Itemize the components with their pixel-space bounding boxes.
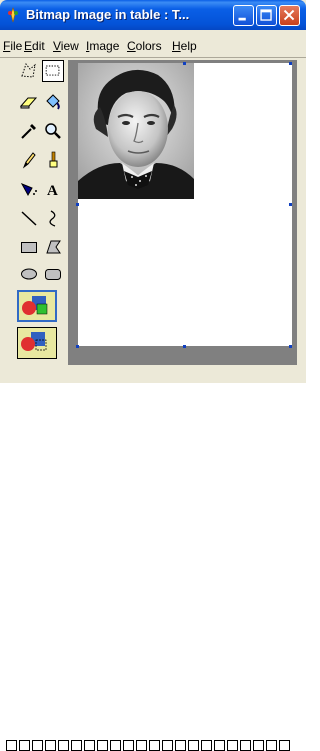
resize-handle-top[interactable] (183, 62, 186, 65)
free-form-select-icon (21, 62, 36, 78)
color-swatch[interactable] (201, 740, 212, 751)
color-swatch[interactable] (123, 740, 134, 751)
resize-handle-bottom[interactable] (183, 345, 186, 348)
resize-handle-bottom-right[interactable] (289, 345, 292, 348)
eraser-icon (19, 97, 38, 109)
tool-airbrush[interactable] (18, 178, 40, 200)
background-transparent-option[interactable] (17, 327, 57, 359)
color-swatch[interactable] (266, 740, 277, 751)
menu-separator (0, 57, 306, 58)
menu-edit[interactable]: Edit (24, 39, 45, 53)
fill-bucket-icon (46, 94, 60, 110)
tool-pick-color[interactable] (18, 120, 40, 142)
magnifier-icon (45, 123, 61, 139)
curve-icon (49, 210, 56, 227)
color-swatch[interactable] (136, 740, 147, 751)
svg-text:A: A (47, 183, 58, 199)
color-swatch[interactable] (279, 740, 290, 751)
tool-magnifier[interactable] (42, 120, 64, 142)
menu-file[interactable]: File (3, 39, 22, 53)
minimize-button[interactable] (233, 5, 254, 26)
color-picker-icon (21, 124, 36, 139)
background-opaque-option[interactable] (17, 290, 57, 322)
menu-help[interactable]: Help (172, 39, 197, 53)
rectangle-icon (21, 242, 37, 253)
tool-line[interactable] (18, 207, 40, 229)
color-swatch[interactable] (227, 740, 238, 751)
airbrush-icon (20, 183, 37, 197)
color-swatch[interactable] (175, 740, 186, 751)
color-swatch[interactable] (253, 740, 264, 751)
menu-colors[interactable]: Colors (127, 39, 162, 53)
window-title: Bitmap Image in table : T... (26, 7, 190, 22)
tool-pencil[interactable] (18, 149, 40, 171)
tool-polygon[interactable] (42, 236, 64, 258)
resize-handle-left[interactable] (76, 203, 79, 206)
tool-brush[interactable] (42, 149, 64, 171)
color-swatch[interactable] (19, 740, 30, 751)
tool-free-form-select[interactable] (18, 60, 40, 82)
title-bar[interactable]: Bitmap Image in table : T... (0, 0, 306, 30)
pencil-icon (22, 152, 36, 169)
opaque-shapes-icon (22, 296, 48, 315)
color-swatch[interactable] (240, 740, 251, 751)
color-swatch[interactable] (71, 740, 82, 751)
minimize-icon (238, 17, 246, 21)
color-swatch[interactable] (214, 740, 225, 751)
text-icon: A (47, 183, 58, 199)
maximize-icon (260, 9, 272, 21)
color-swatch[interactable] (162, 740, 173, 751)
tool-ellipse[interactable] (18, 263, 40, 285)
menu-image[interactable]: Image (86, 39, 119, 53)
close-icon (283, 9, 295, 21)
tool-fill[interactable] (42, 91, 64, 113)
color-swatch[interactable] (97, 740, 108, 751)
color-swatch[interactable] (58, 740, 69, 751)
polygon-icon (46, 240, 61, 254)
tool-rect-select[interactable] (42, 60, 64, 82)
resize-handle-right[interactable] (289, 203, 292, 206)
tool-text[interactable]: A (42, 178, 64, 200)
tool-rounded-rectangle[interactable] (42, 263, 64, 285)
rect-select-icon (45, 65, 60, 76)
tool-curve[interactable] (42, 207, 64, 229)
paint-app-icon (8, 7, 18, 23)
color-swatch[interactable] (45, 740, 56, 751)
color-swatch[interactable] (32, 740, 43, 751)
resize-handle-top-right[interactable] (289, 62, 292, 65)
color-swatch[interactable] (188, 740, 199, 751)
color-palette-bar (0, 368, 306, 751)
tool-eraser[interactable] (18, 91, 40, 113)
ellipse-icon (21, 268, 37, 280)
portrait-image (78, 63, 194, 199)
color-swatch[interactable] (6, 740, 17, 751)
menu-view[interactable]: View (53, 39, 79, 53)
transparent-shapes-icon (21, 332, 47, 351)
color-swatch[interactable] (84, 740, 95, 751)
paint-window: Bitmap Image in table : T... File Edit V… (0, 0, 306, 751)
close-button[interactable] (279, 5, 300, 26)
maximize-button[interactable] (256, 5, 277, 26)
rounded-rect-icon (45, 269, 61, 280)
color-swatch[interactable] (110, 740, 121, 751)
resize-handle-bottom-left[interactable] (76, 345, 79, 348)
line-icon (21, 211, 37, 226)
color-swatch[interactable] (149, 740, 160, 751)
drawing-canvas[interactable] (78, 63, 292, 346)
tool-rectangle[interactable] (18, 236, 40, 258)
brush-icon (49, 151, 58, 168)
